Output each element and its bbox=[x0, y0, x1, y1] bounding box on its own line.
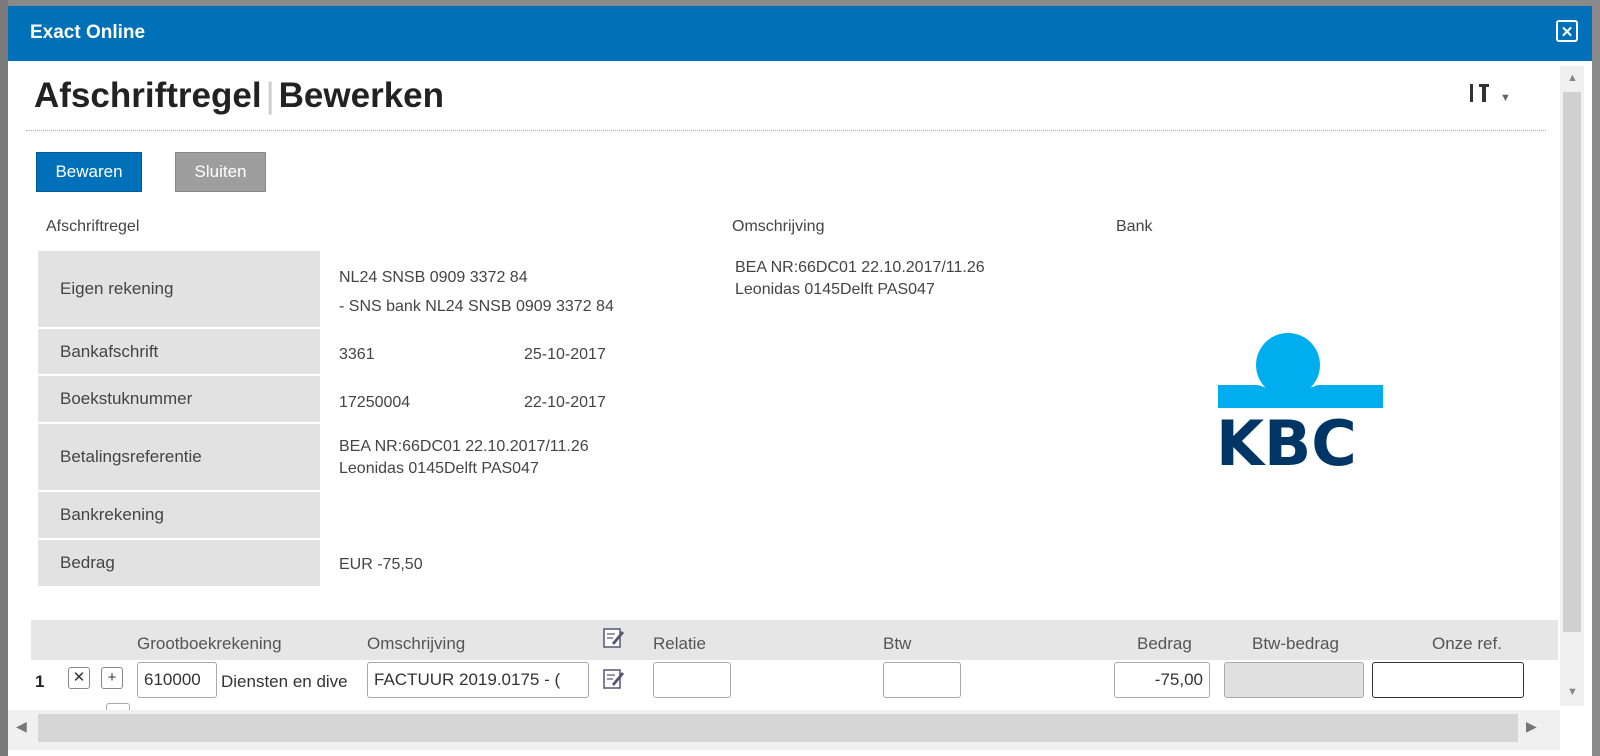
label-bedrag: Bedrag bbox=[38, 540, 320, 586]
tools-menu-button[interactable]: ▼ bbox=[1468, 82, 1511, 110]
onze-ref-input[interactable] bbox=[1372, 662, 1524, 698]
chevron-down-icon: ▼ bbox=[1500, 92, 1511, 105]
label-eigen-rekening: Eigen rekening bbox=[38, 251, 320, 327]
eigen-rekening-bank: - SNS bank NL24 SNSB 0909 3372 84 bbox=[339, 298, 614, 315]
col-btw: Btw bbox=[883, 634, 912, 653]
edit-dialog: Exact Online ✕ Afschriftregel | Bewerken ▼… bbox=[8, 6, 1592, 756]
scroll-down-icon[interactable]: ▼ bbox=[1567, 686, 1578, 698]
vertical-scroll-thumb[interactable] bbox=[1563, 92, 1581, 632]
btw-input[interactable] bbox=[883, 662, 961, 698]
col-omschrijving: Omschrijving bbox=[367, 634, 466, 653]
scroll-left-icon[interactable]: ◀ bbox=[16, 718, 27, 735]
edit-description-icon[interactable] bbox=[602, 626, 626, 650]
bedrag-value: EUR -75,50 bbox=[339, 556, 423, 573]
description-line2: Leonidas 0145Delft PAS047 bbox=[735, 281, 935, 298]
tools-icon bbox=[1470, 84, 1489, 102]
page-title-main: Afschriftregel bbox=[34, 76, 262, 115]
label-bankafschrift: Bankafschrift bbox=[38, 329, 320, 374]
page-title-action: Bewerken bbox=[278, 76, 445, 115]
kbc-logo: KBC bbox=[1216, 333, 1408, 480]
description-input[interactable]: FACTUUR 2019.0175 - ( bbox=[367, 662, 589, 698]
title-separator: | bbox=[265, 76, 275, 115]
eigen-rekening-value: NL24 SNSB 0909 3372 84 bbox=[339, 269, 528, 286]
app-title: Exact Online bbox=[30, 22, 146, 43]
background-page bbox=[0, 0, 8, 756]
btw-bedrag-input bbox=[1224, 662, 1364, 698]
horizontal-scroll-thumb[interactable] bbox=[38, 714, 1518, 742]
label-betalingsreferentie: Betalingsreferentie bbox=[38, 424, 320, 490]
description-line1: BEA NR:66DC01 22.10.2017/11.26 bbox=[735, 259, 985, 276]
col-relatie: Relatie bbox=[653, 634, 706, 653]
col-grootboekrekening: Grootboekrekening bbox=[137, 634, 282, 653]
relatie-input[interactable] bbox=[653, 662, 731, 698]
horizontal-scrollbar[interactable]: ◀ ▶ bbox=[8, 710, 1560, 750]
header-divider bbox=[26, 130, 1546, 131]
col-onze-ref: Onze ref. bbox=[1432, 634, 1502, 653]
kbc-logo-text: KBC bbox=[1218, 407, 1357, 473]
label-boekstuknummer: Boekstuknummer bbox=[38, 376, 320, 422]
section-label-bank: Bank bbox=[1116, 218, 1153, 235]
bankafschrift-date: 25-10-2017 bbox=[524, 346, 606, 363]
account-code-input[interactable]: 610000 bbox=[137, 662, 217, 698]
betalingsreferentie-line1: BEA NR:66DC01 22.10.2017/11.26 bbox=[339, 438, 589, 455]
bankafschrift-number: 3361 bbox=[339, 346, 375, 363]
scroll-up-icon[interactable]: ▲ bbox=[1567, 72, 1578, 84]
account-name: Diensten en dive bbox=[221, 672, 348, 691]
boekstuknummer-number: 17250004 bbox=[339, 394, 411, 411]
row-number: 1 bbox=[35, 672, 45, 691]
section-label-afschriftregel: Afschriftregel bbox=[46, 218, 140, 235]
bedrag-input[interactable]: -75,00 bbox=[1114, 662, 1210, 698]
page-title: Afschriftregel | Bewerken bbox=[34, 76, 444, 116]
col-btw-bedrag: Btw-bedrag bbox=[1252, 634, 1339, 653]
label-bankrekening: Bankrekening bbox=[38, 492, 320, 538]
delete-row-icon[interactable]: ✕ bbox=[68, 667, 90, 689]
edit-row-description-icon[interactable] bbox=[602, 667, 626, 691]
boekstuknummer-date: 22-10-2017 bbox=[524, 394, 606, 411]
save-button[interactable]: Bewaren bbox=[36, 152, 142, 192]
betalingsreferentie-line2: Leonidas 0145Delft PAS047 bbox=[339, 460, 539, 477]
close-dialog-icon[interactable]: ✕ bbox=[1556, 20, 1578, 42]
scroll-right-icon[interactable]: ▶ bbox=[1526, 718, 1537, 735]
col-bedrag: Bedrag bbox=[1137, 634, 1192, 653]
vertical-scrollbar[interactable]: ▲ ▼ bbox=[1560, 66, 1584, 706]
close-button[interactable]: Sluiten bbox=[175, 152, 266, 192]
dialog-titlebar: Exact Online ✕ bbox=[8, 6, 1592, 61]
add-row-icon[interactable]: + bbox=[101, 667, 123, 689]
section-label-omschrijving: Omschrijving bbox=[732, 218, 825, 235]
